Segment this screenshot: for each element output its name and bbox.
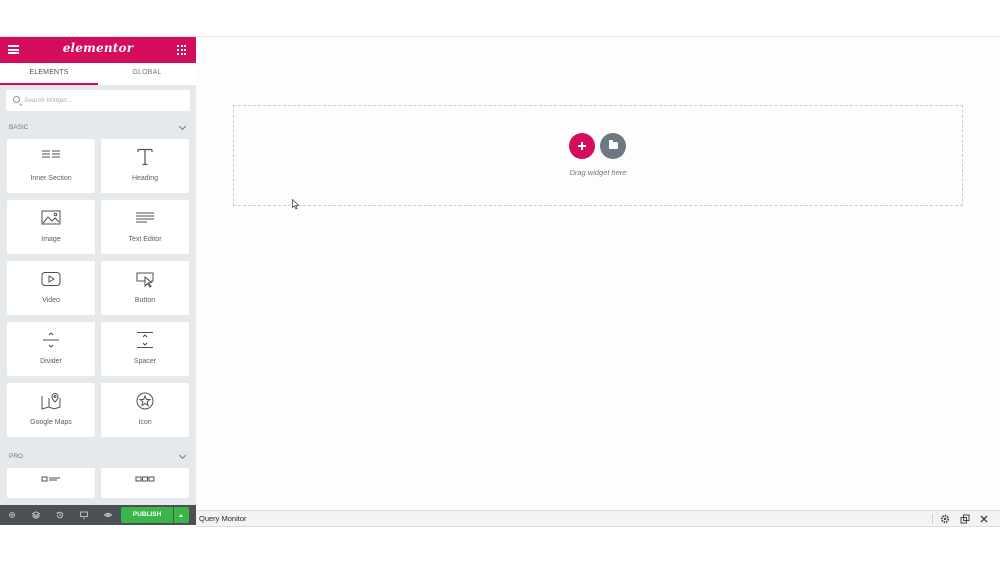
video-icon: [41, 272, 61, 286]
history-icon[interactable]: [56, 511, 64, 519]
tab-global[interactable]: GLOBAL: [98, 63, 196, 85]
panel-header: elementor: [0, 37, 196, 63]
widget-label: Heading: [131, 175, 159, 182]
widget-label: Spacer: [133, 358, 157, 365]
publish-options-button[interactable]: [174, 507, 189, 523]
google-maps-icon: [41, 392, 61, 410]
inner-section-icon: [42, 150, 60, 158]
button-icon: [136, 272, 154, 288]
widget-button[interactable]: Button: [101, 261, 189, 315]
search-widget-input[interactable]: [24, 90, 184, 111]
category-basic-header[interactable]: BASIC: [0, 117, 196, 139]
publish-button[interactable]: PUBLISH: [121, 507, 173, 523]
tab-elements[interactable]: ELEMENTS: [0, 63, 98, 85]
gear-icon[interactable]: [940, 514, 950, 524]
empty-section-dropzone[interactable]: Drag widget here: [233, 105, 963, 206]
widgets-grid-icon[interactable]: [177, 45, 187, 55]
widget-google-maps[interactable]: Google Maps: [7, 383, 95, 437]
category-basic-label: BASIC: [9, 124, 29, 131]
widget-label: Button: [134, 297, 156, 304]
category-pro-label: PRO: [9, 453, 24, 460]
star-icon: [136, 392, 154, 410]
bottom-strip: [0, 527, 1000, 562]
elementor-panel: elementor ELEMENTS GLOBAL BASIC Inner Se…: [0, 37, 196, 510]
query-monitor-bar: Query Monitor: [196, 510, 1000, 527]
chevron-down-icon: [178, 122, 187, 131]
image-icon: [41, 210, 61, 225]
layers-icon[interactable]: [32, 511, 40, 519]
widget-label: Inner Section: [30, 175, 72, 182]
widget-video[interactable]: Video: [7, 261, 95, 315]
widget-label: Icon: [138, 419, 152, 426]
widget-label: Image: [41, 236, 61, 243]
widget-inner-section[interactable]: Inner Section: [7, 139, 95, 193]
spacer-icon: [137, 332, 153, 348]
search-box: [6, 90, 190, 111]
editor-canvas: Drag widget here: [196, 37, 1000, 510]
responsive-mode-icon[interactable]: [80, 511, 88, 519]
basic-widgets-grid: Inner Section Heading Image Text Editor …: [0, 139, 196, 437]
add-section-button[interactable]: [569, 133, 595, 159]
widget-pro-2[interactable]: [101, 468, 189, 498]
divider-icon: [43, 332, 59, 348]
popout-icon[interactable]: [960, 514, 970, 524]
panel-footer: PUBLISH: [0, 505, 196, 525]
chevron-down-icon: [178, 451, 187, 460]
widget-label: Google Maps: [30, 419, 72, 426]
top-strip: [0, 0, 1000, 37]
close-icon[interactable]: [979, 514, 989, 524]
divider: [932, 514, 933, 524]
widget-pro-1[interactable]: [7, 468, 95, 498]
widget-icon[interactable]: Icon: [101, 383, 189, 437]
preview-eye-icon[interactable]: [104, 511, 112, 519]
text-editor-icon: [136, 212, 154, 223]
add-template-button[interactable]: [600, 133, 626, 159]
category-pro-header[interactable]: PRO: [0, 446, 196, 468]
widget-label: Video: [42, 297, 60, 304]
elementor-logo: elementor: [62, 41, 134, 55]
portfolio-icon: [135, 476, 155, 482]
pro-widgets-grid: [0, 468, 196, 498]
panel-tabs: ELEMENTS GLOBAL: [0, 63, 196, 85]
posts-icon: [41, 476, 60, 482]
heading-icon: [137, 148, 153, 166]
widget-spacer[interactable]: Spacer: [101, 322, 189, 376]
folder-icon: [609, 140, 618, 149]
query-monitor-title: Query Monitor: [199, 514, 247, 523]
search-icon: [13, 96, 20, 103]
widget-divider[interactable]: Divider: [7, 322, 95, 376]
mouse-cursor-icon: [292, 199, 300, 210]
widget-heading[interactable]: Heading: [101, 139, 189, 193]
widget-label: Divider: [40, 358, 62, 365]
widget-label: Text Editor: [128, 236, 162, 243]
search-wrapper: [0, 85, 196, 117]
drag-widget-hint: Drag widget here: [569, 168, 627, 177]
gear-icon[interactable]: [8, 511, 16, 519]
widget-text-editor[interactable]: Text Editor: [101, 200, 189, 254]
widget-image[interactable]: Image: [7, 200, 95, 254]
